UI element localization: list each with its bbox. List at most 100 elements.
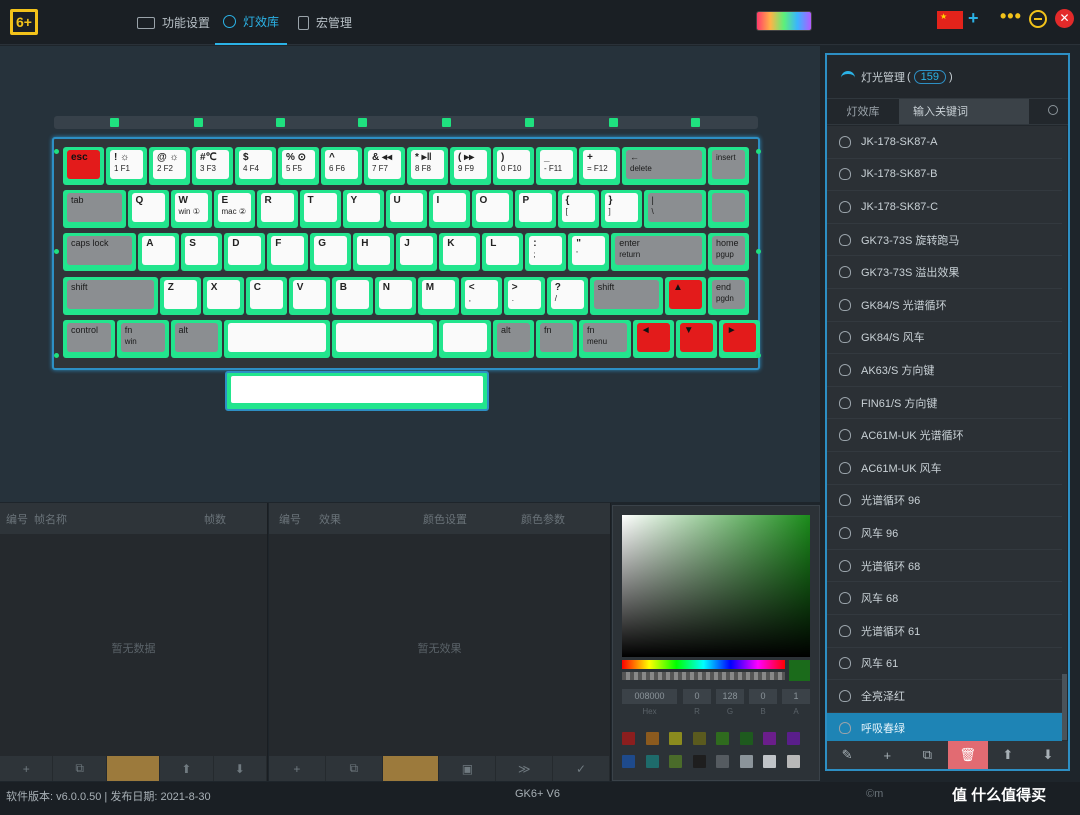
keyboard-key[interactable]: H — [353, 233, 395, 271]
keyboard-key[interactable]: end pgdn — [708, 277, 749, 315]
tab-function-settings[interactable]: 功能设置 — [137, 0, 210, 45]
keyboard-key[interactable]: I — [428, 190, 470, 228]
keyboard-key[interactable] — [439, 320, 491, 358]
effect-list-item[interactable]: GK84/S 光谱循环 — [827, 288, 1064, 322]
language-flag-icon[interactable]: ★ — [937, 11, 963, 29]
keyboard-key[interactable]: {[ — [557, 190, 599, 228]
keyboard-key[interactable]: ← delete — [622, 147, 706, 185]
effect-list-item[interactable]: JK-178-SK87-C — [827, 191, 1064, 224]
color-swatch[interactable] — [622, 755, 635, 768]
keyboard-key[interactable]: M — [417, 277, 459, 315]
keyboard-key[interactable]: :; — [525, 233, 567, 271]
effect-list-item[interactable]: 风车 96 — [827, 517, 1064, 550]
keyboard-key[interactable]: ▼ — [675, 320, 717, 358]
keyboard-key[interactable]: ▲ — [665, 277, 706, 315]
color-swatch[interactable] — [786, 755, 800, 768]
keyboard-key[interactable]: fn menu — [579, 320, 631, 358]
keyboard-key[interactable]: Emac ② — [213, 190, 255, 228]
color-swatch[interactable] — [716, 755, 729, 768]
keyboard-key[interactable] — [331, 320, 438, 358]
tab-effect-library[interactable]: 灯效库 — [827, 99, 899, 124]
skip-effect-button[interactable]: ≫ — [496, 756, 554, 781]
keyboard-key[interactable]: A — [138, 233, 180, 271]
keyboard-key[interactable]: <, — [460, 277, 502, 315]
color-swatch[interactable] — [645, 755, 659, 768]
keyboard-key[interactable]: U — [385, 190, 427, 228]
search-input[interactable]: 输入关键词 — [899, 99, 1029, 124]
color-swatch[interactable] — [763, 732, 776, 745]
alpha-input[interactable]: 1 — [782, 689, 810, 704]
keyboard-key[interactable]: ) 0 F10 — [493, 147, 534, 185]
effect-list-item[interactable]: GK73-73S 旋转跑马 — [827, 223, 1064, 257]
add-frame-button[interactable]: + — [0, 756, 54, 781]
effect-list-item[interactable]: JK-178-SK87-A — [827, 126, 1064, 159]
keyboard-key[interactable]: P — [514, 190, 556, 228]
close-button[interactable]: ✕ — [1055, 9, 1074, 28]
delete-frame-button[interactable] — [106, 756, 161, 781]
effect-list-item[interactable]: 风车 68 — [827, 582, 1064, 615]
keyboard-key[interactable]: fn — [536, 320, 577, 358]
keyboard-key[interactable]: V — [288, 277, 330, 315]
saturation-value-area[interactable] — [622, 515, 810, 657]
effect-list-item[interactable]: AK63/S 方向键 — [827, 354, 1064, 387]
color-swatch[interactable] — [716, 732, 729, 745]
keyboard-key[interactable]: & ◂◂ 7 F7 — [364, 147, 405, 185]
keyboard-key[interactable]: Wwin ① — [170, 190, 212, 228]
keyboard-key[interactable]: R — [256, 190, 298, 228]
add-effect-button[interactable]: + — [269, 756, 326, 781]
keyboard-thumbnail[interactable] — [756, 11, 812, 31]
import-button[interactable]: ⬆ — [988, 741, 1028, 769]
keyboard-key[interactable]: alt — [493, 320, 534, 358]
color-swatch[interactable] — [786, 732, 800, 745]
keyboard-key[interactable]: T — [299, 190, 341, 228]
keyboard-key[interactable]: tab — [63, 190, 126, 228]
keyboard-key[interactable]: + = F12 — [579, 147, 620, 185]
keyboard-key[interactable]: >. — [503, 277, 545, 315]
effect-list-item[interactable]: 全亮泽红 — [827, 680, 1064, 713]
scrollbar[interactable] — [1062, 126, 1067, 744]
keyboard-key[interactable]: C — [245, 277, 287, 315]
keyboard-key[interactable]: " ' — [568, 233, 610, 271]
keyboard-key[interactable]: ! ☼ 1 F1 — [106, 147, 147, 185]
keyboard-key[interactable]: enter return — [611, 233, 706, 271]
keyboard-key[interactable]: Y — [342, 190, 384, 228]
color-swatch[interactable] — [692, 732, 706, 745]
keyboard-key[interactable]: caps lock — [63, 233, 137, 271]
keyboard-key[interactable] — [224, 320, 330, 358]
keyboard-key[interactable]: F — [267, 233, 309, 271]
more-options-button[interactable]: ••• — [1000, 6, 1022, 27]
keyboard-key[interactable]: B — [331, 277, 373, 315]
effect-list-item[interactable]: AC61M-UK 光谱循环 — [827, 419, 1064, 452]
keyboard-key[interactable]: shift — [589, 277, 663, 315]
color-swatch[interactable] — [669, 755, 682, 768]
keyboard-key[interactable]: ◄ — [632, 320, 674, 358]
spacebar-preview[interactable] — [225, 371, 489, 411]
keyboard-key[interactable]: fn win — [116, 320, 169, 358]
minimize-button[interactable] — [1029, 10, 1047, 28]
effect-list-item[interactable]: JK-178-SK87-B — [827, 158, 1064, 192]
hue-slider[interactable] — [622, 660, 785, 669]
keyboard-key[interactable]: G — [310, 233, 352, 271]
keyboard-key[interactable]: alt — [170, 320, 223, 358]
color-swatch[interactable] — [763, 755, 776, 768]
keyboard-key[interactable]: shift — [63, 277, 158, 315]
alpha-slider[interactable] — [622, 672, 785, 680]
preview-effect-button[interactable]: ▣ — [439, 756, 497, 781]
color-swatch[interactable] — [622, 732, 635, 745]
keyboard-key[interactable]: D — [224, 233, 266, 271]
keyboard-key[interactable] — [708, 190, 749, 228]
keyboard-key[interactable]: $4 F4 — [235, 147, 276, 185]
effect-list-item[interactable]: FIN61/S 方向键 — [827, 386, 1064, 420]
keyboard-key[interactable]: J — [396, 233, 438, 271]
color-swatch[interactable] — [692, 755, 706, 768]
copy-button[interactable]: ⧉ — [907, 741, 947, 769]
keyboard-key[interactable]: ( ▸▸ 9 F9 — [450, 147, 491, 185]
confirm-effect-button[interactable]: ✓ — [553, 756, 610, 781]
keyboard-key[interactable]: @ ☼ 2 F2 — [149, 147, 190, 185]
keyboard-key[interactable]: * ▸‖ 8 F8 — [407, 147, 448, 185]
color-swatch[interactable] — [669, 732, 682, 745]
tab-lighting-library[interactable]: 灯效库 — [215, 0, 288, 45]
effect-list-item[interactable]: GK84/S 风车 — [827, 321, 1064, 355]
edit-button[interactable]: ✎ — [827, 741, 867, 769]
keyboard-key[interactable]: control — [63, 320, 115, 358]
